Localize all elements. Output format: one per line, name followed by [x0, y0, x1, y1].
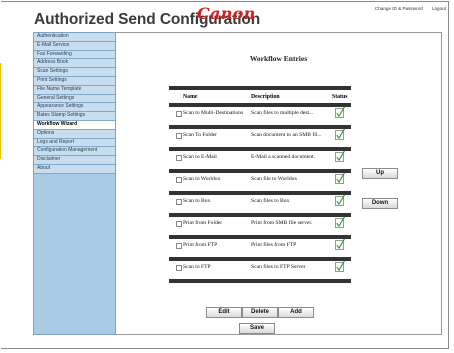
row-checkbox[interactable] [176, 177, 182, 183]
sidebar-item-logs-and-report[interactable]: Logs and Report [34, 138, 115, 148]
status-check-icon [335, 238, 345, 250]
workflow-name: Scan to FTP [183, 264, 211, 270]
table-divider [169, 125, 351, 129]
delete-button[interactable]: Delete [242, 307, 278, 318]
row-checkbox[interactable] [176, 155, 182, 161]
row-checkbox[interactable] [176, 111, 182, 117]
sidebar-item-workflow-wizard[interactable]: Workflow Wizard [34, 120, 115, 130]
table-row[interactable]: Scan To Folder Scan document to an SMB fi… [169, 125, 351, 147]
workflow-name: Scan to Box [183, 198, 211, 204]
sidebar-item-configuration-management[interactable]: Configuration Management [34, 147, 115, 157]
workflow-name: Scan to Worldox [183, 176, 221, 182]
save-button[interactable]: Save [239, 323, 275, 334]
status-check-icon [335, 150, 345, 162]
table-header: Name Description Status [169, 90, 351, 103]
table-row[interactable]: Scan to FTP Scan files to FTP Server [169, 257, 351, 279]
table-divider [169, 191, 351, 195]
sidebar-item-address-book[interactable]: Address Book [34, 59, 115, 69]
status-check-icon [335, 260, 345, 272]
row-checkbox[interactable] [176, 243, 182, 249]
status-check-icon [335, 216, 345, 228]
workflow-name: Print from FTP [183, 242, 218, 248]
column-header-name: Name [183, 94, 198, 100]
sidebar-item-scan-settings[interactable]: Scan Settings [34, 68, 115, 77]
table-divider [169, 257, 351, 261]
up-button[interactable]: Up [362, 168, 398, 179]
column-header-status: Status [332, 94, 348, 100]
table-row[interactable]: Scan to Worldox Scan file to Worldox [169, 169, 351, 191]
table-divider [169, 147, 351, 151]
header-links: Change ID & Password Logout [367, 6, 446, 11]
workflow-description: Scan document to an SMB fil... [251, 132, 322, 138]
table-divider [169, 213, 351, 217]
table-row[interactable]: Scan to Multi-Destinations Scan files to … [169, 103, 351, 125]
table-divider [169, 235, 351, 239]
sidebar-item-bates-stamp-settings[interactable]: Bates Stamp Settings [34, 112, 115, 121]
status-check-icon [335, 194, 345, 206]
workflow-description: E-Mail a scanned document. [251, 154, 315, 160]
workflow-description: Scan files to Box [251, 198, 290, 204]
sidebar-item-print-settings[interactable]: Print Settings [34, 76, 115, 86]
row-checkbox[interactable] [176, 221, 182, 227]
status-check-icon [335, 106, 345, 118]
table-divider [169, 169, 351, 173]
edit-button[interactable]: Edit [206, 307, 242, 318]
workflow-name: Print from Folder [183, 220, 223, 226]
workflow-name: Scan To Folder [183, 132, 217, 138]
logout-link[interactable]: Logout [432, 6, 446, 11]
change-id-password-link[interactable]: Change ID & Password [375, 6, 423, 11]
row-checkbox[interactable] [176, 265, 182, 271]
workflow-description: Print from SMB file server. [251, 220, 313, 226]
sidebar-item-authentication[interactable]: Authentication [34, 33, 115, 42]
workflow-name: Scan to E-Mail [183, 154, 217, 160]
table-body: Scan to Multi-Destinations Scan files to … [169, 103, 351, 283]
table-row[interactable]: Scan to Box Scan files to Box [169, 191, 351, 213]
status-check-icon [335, 128, 345, 140]
section-title: Workflow Entries [249, 54, 308, 63]
sidebar-item-fax-forwarding[interactable]: Fax Forwarding [34, 50, 115, 60]
table-row[interactable]: Print from FTP Print files from FTP [169, 235, 351, 257]
sidebar-item-appearance-settings[interactable]: Appearance Settings [34, 103, 115, 113]
workflow-description: Scan file to Worldox [251, 176, 298, 182]
sidebar-nav: Authentication E-Mail Service Fax Forwar… [33, 32, 116, 335]
sidebar-item-file-name-template[interactable]: File Name Template [34, 85, 115, 95]
row-checkbox[interactable] [176, 199, 182, 205]
table-row[interactable]: Print from Folder Print from SMB file ser… [169, 213, 351, 235]
main-panel: Workflow Entries Name Description Status… [116, 32, 442, 335]
add-button[interactable]: Add [278, 307, 314, 318]
sidebar-item-options[interactable]: Options [34, 129, 115, 139]
sidebar-item-email-service[interactable]: E-Mail Service [34, 41, 115, 51]
table-row[interactable]: Scan to E-Mail E-Mail a scanned document. [169, 147, 351, 169]
table-divider [169, 279, 351, 283]
down-button[interactable]: Down [362, 198, 398, 209]
sidebar-item-disclaimer[interactable]: Disclaimer [34, 156, 115, 165]
workflow-table: Name Description Status Scan to Multi-De… [169, 86, 351, 283]
sidebar-item-general-settings[interactable]: General Settings [34, 94, 115, 104]
row-checkbox[interactable] [176, 133, 182, 139]
workflow-description: Print files from FTP [251, 242, 297, 248]
status-check-icon [335, 172, 345, 184]
workflow-description: Scan files to FTP Server [251, 264, 306, 270]
sidebar-item-about[interactable]: About [34, 164, 115, 174]
canon-logo: Canon [197, 4, 256, 23]
workflow-description: Scan files to multiple dest... [251, 110, 314, 116]
table-divider [169, 103, 351, 107]
workflow-name: Scan to Multi-Destinations [183, 110, 244, 116]
column-header-description: Description [251, 94, 280, 100]
